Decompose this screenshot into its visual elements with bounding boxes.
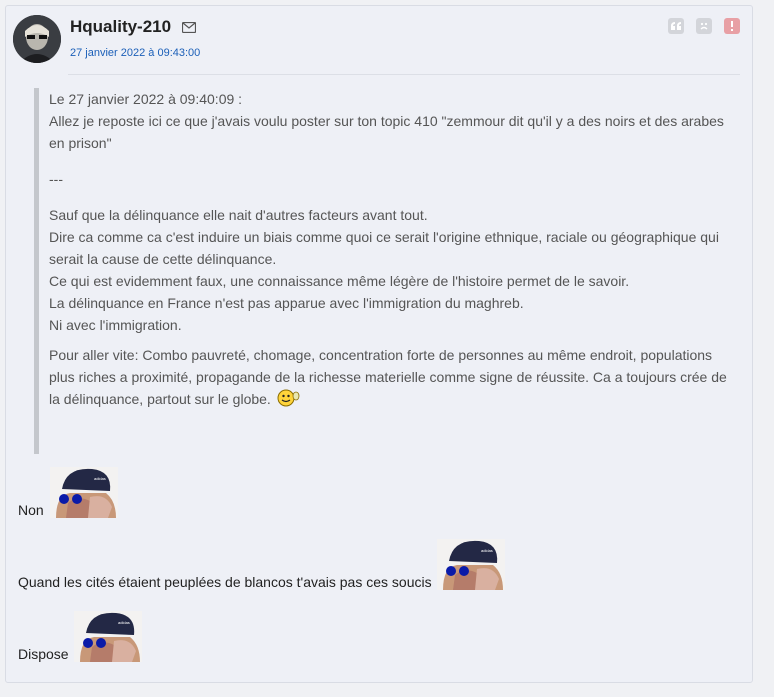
sticker-image[interactable]: adidas bbox=[49, 467, 118, 518]
quote-line: Ni avec l'immigration. bbox=[49, 317, 182, 333]
quote-line: serait la cause de cette délinquance. bbox=[49, 251, 277, 267]
sticker-image[interactable]: adidas bbox=[74, 611, 143, 662]
quote-icon[interactable] bbox=[668, 18, 684, 34]
sad-face-icon[interactable] bbox=[696, 18, 712, 34]
svg-text:adidas: adidas bbox=[481, 548, 493, 553]
quote-last-line: la délinquance, partout sur le globe. bbox=[49, 388, 742, 413]
reply-text: Quand les cités étaient peuplées de blan… bbox=[18, 574, 432, 590]
reply-text: Non bbox=[18, 502, 44, 518]
quote-line: Ce qui est evidemment faux, une connaiss… bbox=[49, 273, 630, 289]
quote-block: Le 27 janvier 2022 à 09:40:09 : Allez je… bbox=[34, 88, 742, 454]
sticker-image[interactable]: adidas bbox=[437, 539, 506, 590]
author-name[interactable]: Hquality-210 bbox=[70, 17, 171, 37]
forum-post: Hquality-210 27 janvier 2022 à 09:43:00 … bbox=[5, 5, 753, 683]
quote-intro-line-2: en prison" bbox=[49, 135, 112, 151]
quote-separator: --- bbox=[49, 171, 63, 187]
sweat-smiley-icon bbox=[277, 389, 301, 413]
quote-line: plus riches a proximité, propagande de l… bbox=[49, 369, 727, 385]
quote-line: Pour aller vite: Combo pauvreté, chomage… bbox=[49, 347, 713, 363]
quote-line: La délinquance en France n'est pas appar… bbox=[49, 295, 524, 311]
reply-paragraph: Non adidas bbox=[18, 467, 118, 518]
post-date[interactable]: 27 janvier 2022 à 09:43:00 bbox=[70, 47, 200, 59]
quote-line: Dire ca comme ca c'est induire un biais … bbox=[49, 229, 719, 245]
svg-text:adidas: adidas bbox=[94, 476, 106, 481]
mail-icon[interactable] bbox=[181, 20, 197, 36]
svg-text:adidas: adidas bbox=[118, 620, 130, 625]
post-actions bbox=[668, 18, 740, 34]
quote-line: Sauf que la délinquance elle nait d'autr… bbox=[49, 207, 428, 223]
user-avatar[interactable] bbox=[13, 15, 61, 63]
quote-header: Le 27 janvier 2022 à 09:40:09 : bbox=[49, 91, 243, 107]
reply-paragraph: Quand les cités étaient peuplées de blan… bbox=[18, 539, 506, 590]
header-divider bbox=[68, 74, 740, 75]
quote-intro-line-1: Allez je reposte ici ce que j'avais voul… bbox=[49, 113, 724, 129]
reply-paragraph: Dispose adidas bbox=[18, 611, 143, 662]
reply-text: Dispose bbox=[18, 646, 69, 662]
quote-line: la délinquance, partout sur le globe. bbox=[49, 391, 271, 407]
report-icon[interactable] bbox=[724, 18, 740, 34]
